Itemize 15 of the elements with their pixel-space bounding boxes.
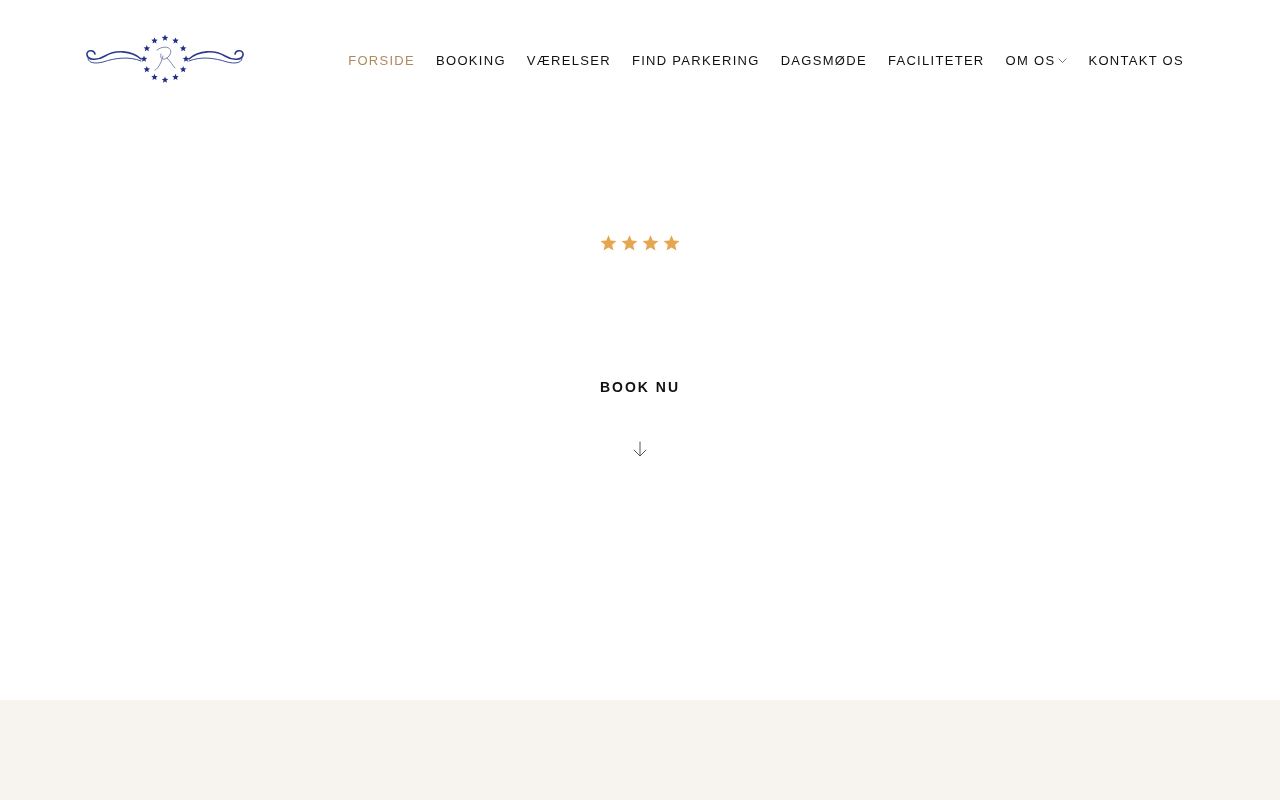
nav-link[interactable]: FIND PARKERING (631, 52, 760, 68)
nav-link[interactable]: FACILITETER (887, 52, 985, 68)
nav-link[interactable]: VÆRELSER (526, 52, 611, 68)
star-icon (642, 235, 659, 251)
nav-link[interactable]: DAGSMØDE (780, 52, 867, 68)
book-now-link[interactable]: BOOK NU (599, 377, 681, 397)
arrow-down-icon[interactable] (633, 441, 647, 457)
star-icon (663, 235, 680, 251)
hotel-logo[interactable] (85, 34, 245, 84)
nav-link[interactable]: BOOKING (436, 52, 506, 68)
star-icon (621, 235, 638, 251)
star-icon (600, 235, 617, 251)
nav-menu-item[interactable]: OM OS (1005, 52, 1068, 68)
chevron-down-icon (1058, 57, 1068, 63)
nav-link[interactable]: KONTAKT OS (1088, 52, 1184, 68)
